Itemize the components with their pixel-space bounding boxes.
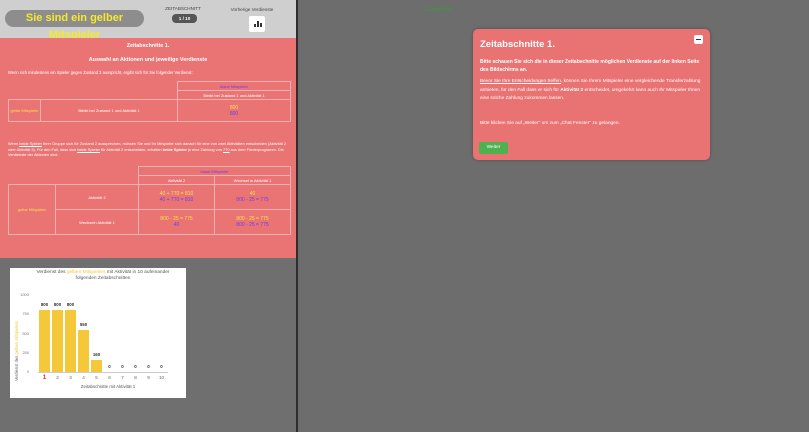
table1-header: blaue Mitspieler [177, 81, 291, 91]
top-bar: Sie sind ein gelber Mitspieler ZEITABSCH… [0, 0, 296, 41]
table1-row-label: gelbe Mitspieler [8, 99, 41, 122]
table2-cell-12: 40 800 - 25 = 775 [214, 184, 291, 210]
chart-bar [91, 359, 102, 372]
table2-row2: Wechseln Aktivität 1 [55, 209, 139, 235]
table1-cell: 800 800 [177, 99, 291, 122]
chart-data-label: 160 [92, 351, 101, 357]
chart-bar [52, 310, 63, 372]
modal-bold-text: Bitte schauen Sie sich die in dieser Zei… [480, 59, 700, 73]
payoff-table-state1: blaue Mitspieler Bleibt bei Zustand 1 un… [8, 81, 291, 122]
table2-cell-21: 800 - 25 = 775 40 [138, 209, 215, 235]
modal-title: Zeitabschnitte 1. [480, 39, 555, 50]
left-pane: Sie sind ein gelber Mitspieler ZEITABSCH… [0, 0, 296, 432]
chart-xtick: 7 [121, 375, 124, 380]
table2-row1: Aktivität 2 [55, 184, 139, 210]
panel-title: Zeitabschnitte 1. [126, 43, 170, 49]
chart-xaxis [38, 372, 168, 373]
chart-xtick: 1 [42, 375, 47, 381]
chart-xlabel: Zeitabschnitte mit Aktivität 1 [80, 384, 136, 389]
period-label: ZEITABSCHNITT [165, 6, 201, 11]
payoff-table-state2: blaue Mitspieler Aktivität 2 Wechsel in … [8, 166, 291, 235]
table2-header: blaue Mitspieler [138, 166, 291, 176]
chart-xtick: 5 [95, 375, 98, 380]
chart-bar [39, 310, 50, 372]
period-value: 1 / 10 [172, 14, 197, 23]
connection-status: Connected [424, 7, 454, 13]
chart-xtick: 2 [56, 375, 59, 380]
table2-cell-22: 800 - 25 = 775 800 - 25 = 775 [214, 209, 291, 235]
previous-earnings-button[interactable] [249, 16, 265, 32]
minus-icon [696, 39, 701, 40]
modal-instruction: Bitte klicken Sie auf „Weiter" um zum „C… [480, 121, 620, 126]
chart-data-label: 800 [66, 302, 75, 308]
chart-xtick: 10 [158, 375, 165, 380]
payoff-panel: Zeitabschnitte 1. Auswahl an Aktionen un… [0, 38, 296, 258]
table1-subheader: Bleibt bei Zustand 1 und Aktivität 1 [177, 90, 291, 100]
instruction-modal: Zeitabschnitte 1. Bitte schauen Sie sich… [473, 29, 710, 160]
continue-button[interactable]: Weiter [479, 142, 508, 154]
minimize-button[interactable] [694, 35, 703, 44]
previous-earnings-label: Vorherige Verdienste [230, 7, 274, 12]
chart-xtick: 8 [134, 375, 137, 380]
chart-xtick: 6 [108, 375, 111, 380]
right-pane: Connected Zeitabschnitte 1. Bitte schaue… [298, 0, 809, 432]
table1-row-action: Bleibt bei Zustand 1 und Aktivität 1 [40, 99, 178, 122]
modal-paragraph: Bevor Sie Ihre Entscheidungen treffen, k… [480, 79, 701, 102]
chart-ytick: 750 [22, 311, 29, 317]
chart-bar [65, 310, 76, 372]
chart-xtick: 3 [69, 375, 72, 380]
panel-paragraph: Wenn beide Spieler Ihrer Gruppe sich für… [8, 141, 287, 157]
player-badge: Sie sind ein gelber Mitspieler [5, 10, 144, 41]
chart-ytick: 1000 [20, 292, 29, 297]
table2-col1: Aktivität 2 [138, 175, 215, 185]
chart-data-label: 0 [160, 364, 163, 369]
chart-bar [78, 329, 89, 372]
table2-col2: Wechsel in Aktivität 1 [214, 175, 291, 185]
chart-xtick: 4 [82, 375, 85, 380]
panel-subtitle: Auswahl an Aktionen und jeweilige Verdie… [88, 57, 208, 63]
table2-row-label: gelbe Mitspieler [8, 184, 56, 235]
chart-xtick: 9 [147, 375, 150, 380]
table2-cell-11: 40 + 770 = 810 40 + 770 = 810 [138, 184, 215, 210]
chart-title: Verdienst des gelben Mitspielers mit Akt… [36, 270, 170, 281]
chart-data-label: 550 [79, 321, 88, 327]
table1-value-blue: 800 [229, 110, 239, 117]
earnings-chart: Verdienst des gelben Mitspielers mit Akt… [10, 268, 186, 398]
chart-ylabel: Verdienst des gelben Mitspielers [14, 320, 19, 381]
panel-intro: Wenn sich mindestens ein Spieler gegen Z… [8, 70, 193, 75]
